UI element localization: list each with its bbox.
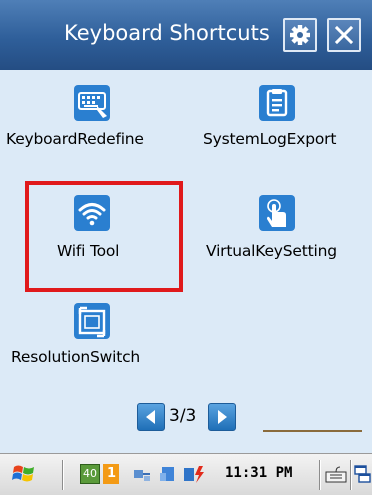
- gear-icon: [290, 25, 310, 45]
- clipboard-icon: [259, 85, 295, 121]
- shortcut-label: VirtualKeySetting: [206, 242, 337, 260]
- shortcut-system-log-export[interactable]: SystemLogExport: [186, 70, 372, 180]
- window-title: Keyboard Shortcuts: [64, 21, 270, 45]
- shortcut-resolution-switch[interactable]: ResolutionSwitch: [0, 292, 186, 402]
- battery-icon[interactable]: [182, 464, 206, 484]
- arrow-right-icon: [218, 410, 227, 424]
- notification-icon[interactable]: 1: [103, 464, 119, 484]
- shortcut-label: KeyboardRedefine: [6, 130, 144, 148]
- shortcut-label: ResolutionSwitch: [11, 348, 141, 366]
- notification-badge: 1: [107, 466, 117, 481]
- resolution-switch-icon: [74, 303, 110, 339]
- windows-flag-icon[interactable]: [12, 463, 36, 485]
- taskbar-separator: [350, 460, 351, 490]
- next-page-button[interactable]: [208, 403, 236, 431]
- window-switch-icon[interactable]: [352, 464, 372, 484]
- sync-icon[interactable]: [158, 464, 178, 484]
- touch-hand-icon: [259, 195, 295, 231]
- keyboard-redefine-icon: [74, 85, 110, 121]
- shortcut-label: SystemLogExport: [203, 130, 337, 148]
- title-bar: Keyboard Shortcuts: [0, 0, 372, 70]
- taskbar-separator: [319, 460, 320, 490]
- wifi-tool-highlight: [25, 181, 183, 292]
- clock[interactable]: 11:31 PM: [225, 465, 292, 481]
- arrow-left-icon: [146, 410, 155, 424]
- pager-divider: [263, 430, 362, 432]
- taskbar-separator: [62, 460, 63, 490]
- page-indicator: 3/3: [169, 406, 197, 426]
- previous-page-button[interactable]: [137, 403, 165, 431]
- shortcut-keyboard-redefine[interactable]: KeyboardRedefine: [0, 70, 186, 180]
- close-button[interactable]: [327, 18, 361, 52]
- connection-icon[interactable]: [132, 464, 152, 484]
- close-icon: [334, 25, 354, 45]
- network-badge: 40: [83, 467, 97, 480]
- keyboard-icon[interactable]: [324, 464, 348, 484]
- shortcut-virtual-key-setting[interactable]: VirtualKeySetting: [186, 180, 372, 290]
- shortcut-grid: KeyboardRedefine SystemLogExport Wifi To…: [0, 70, 372, 453]
- taskbar: 40 1 11:31 PM: [0, 453, 372, 495]
- settings-button[interactable]: [283, 18, 317, 52]
- network-status-icon[interactable]: 40: [80, 464, 100, 484]
